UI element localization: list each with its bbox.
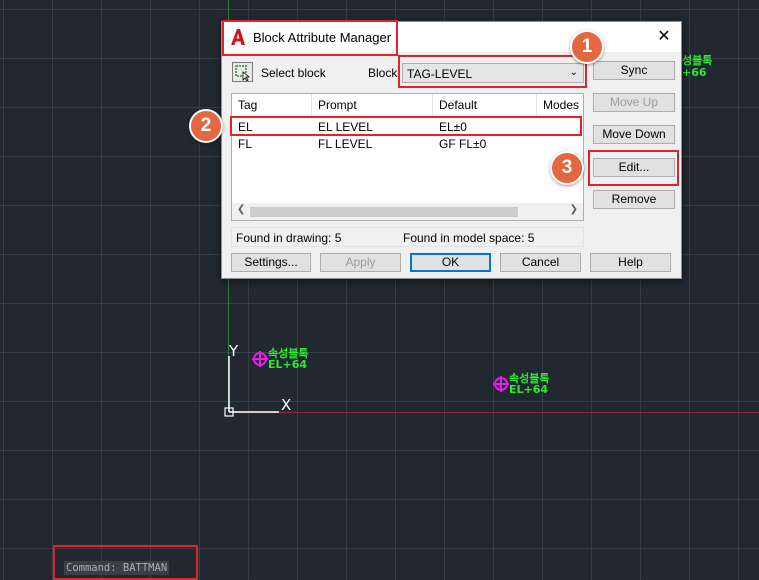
table-row[interactable]: FL FL LEVEL GF FL±0 <box>232 136 583 152</box>
block-insert-marker-icon <box>493 376 509 392</box>
highlight-edit-button <box>588 150 679 186</box>
command-line[interactable]: Command: BATTMAN <box>64 561 170 575</box>
apply-button[interactable]: Apply <box>320 253 401 272</box>
x-axis-line <box>229 412 759 413</box>
scroll-left-icon[interactable]: ❮ <box>237 204 245 215</box>
column-header-prompt[interactable]: Prompt <box>312 94 433 116</box>
block-label: Block: <box>368 66 401 80</box>
highlight-el-row <box>230 116 582 136</box>
block-insert-marker-icon <box>252 351 268 367</box>
sync-button[interactable]: Sync <box>593 61 675 80</box>
settings-button[interactable]: Settings... <box>231 253 311 272</box>
select-objects-icon <box>235 65 251 82</box>
column-header-modes[interactable]: Modes <box>537 94 585 116</box>
help-button[interactable]: Help <box>590 253 671 272</box>
highlight-block-dropdown <box>398 55 587 88</box>
callout-badge-3: 3 <box>550 151 584 185</box>
column-header-tag[interactable]: Tag <box>232 94 312 116</box>
callout-badge-2: 2 <box>189 109 223 143</box>
found-status-bar: Found in drawing: 5 Found in model space… <box>231 227 584 247</box>
callout-badge-1: 1 <box>570 30 604 64</box>
move-up-button[interactable]: Move Up <box>593 93 675 112</box>
highlight-dialog-title <box>222 20 398 56</box>
cancel-button[interactable]: Cancel <box>500 253 581 272</box>
found-in-drawing: Found in drawing: 5 <box>236 231 342 245</box>
close-icon[interactable]: ✕ <box>655 27 673 47</box>
ok-button[interactable]: OK <box>410 253 491 272</box>
select-block-label: Select block <box>261 66 326 80</box>
row-prompt: FL LEVEL <box>318 137 373 151</box>
remove-button[interactable]: Remove <box>593 190 675 209</box>
block-attribute-value: EL+64 <box>268 358 308 371</box>
column-header-default[interactable]: Default <box>433 94 537 116</box>
row-default: GF FL±0 <box>439 137 487 151</box>
horizontal-scrollbar[interactable]: ❮ ❯ <box>232 203 583 220</box>
block-attribute-value: +66 <box>682 66 707 79</box>
list-header: Tag Prompt Default Modes <box>232 94 583 117</box>
scrollbar-thumb[interactable] <box>250 207 518 217</box>
ucs-y-label: Y <box>229 342 239 360</box>
move-down-button[interactable]: Move Down <box>593 125 675 144</box>
row-tag: FL <box>238 137 253 151</box>
found-in-model-space: Found in model space: 5 <box>403 231 535 245</box>
block-attribute-value: EL+64 <box>509 383 549 396</box>
select-block-button[interactable] <box>232 62 253 82</box>
scroll-right-icon[interactable]: ❯ <box>570 204 578 215</box>
attribute-list[interactable]: Tag Prompt Default Modes EL EL LEVEL EL±… <box>231 93 584 221</box>
ucs-x-label: X <box>281 396 292 414</box>
